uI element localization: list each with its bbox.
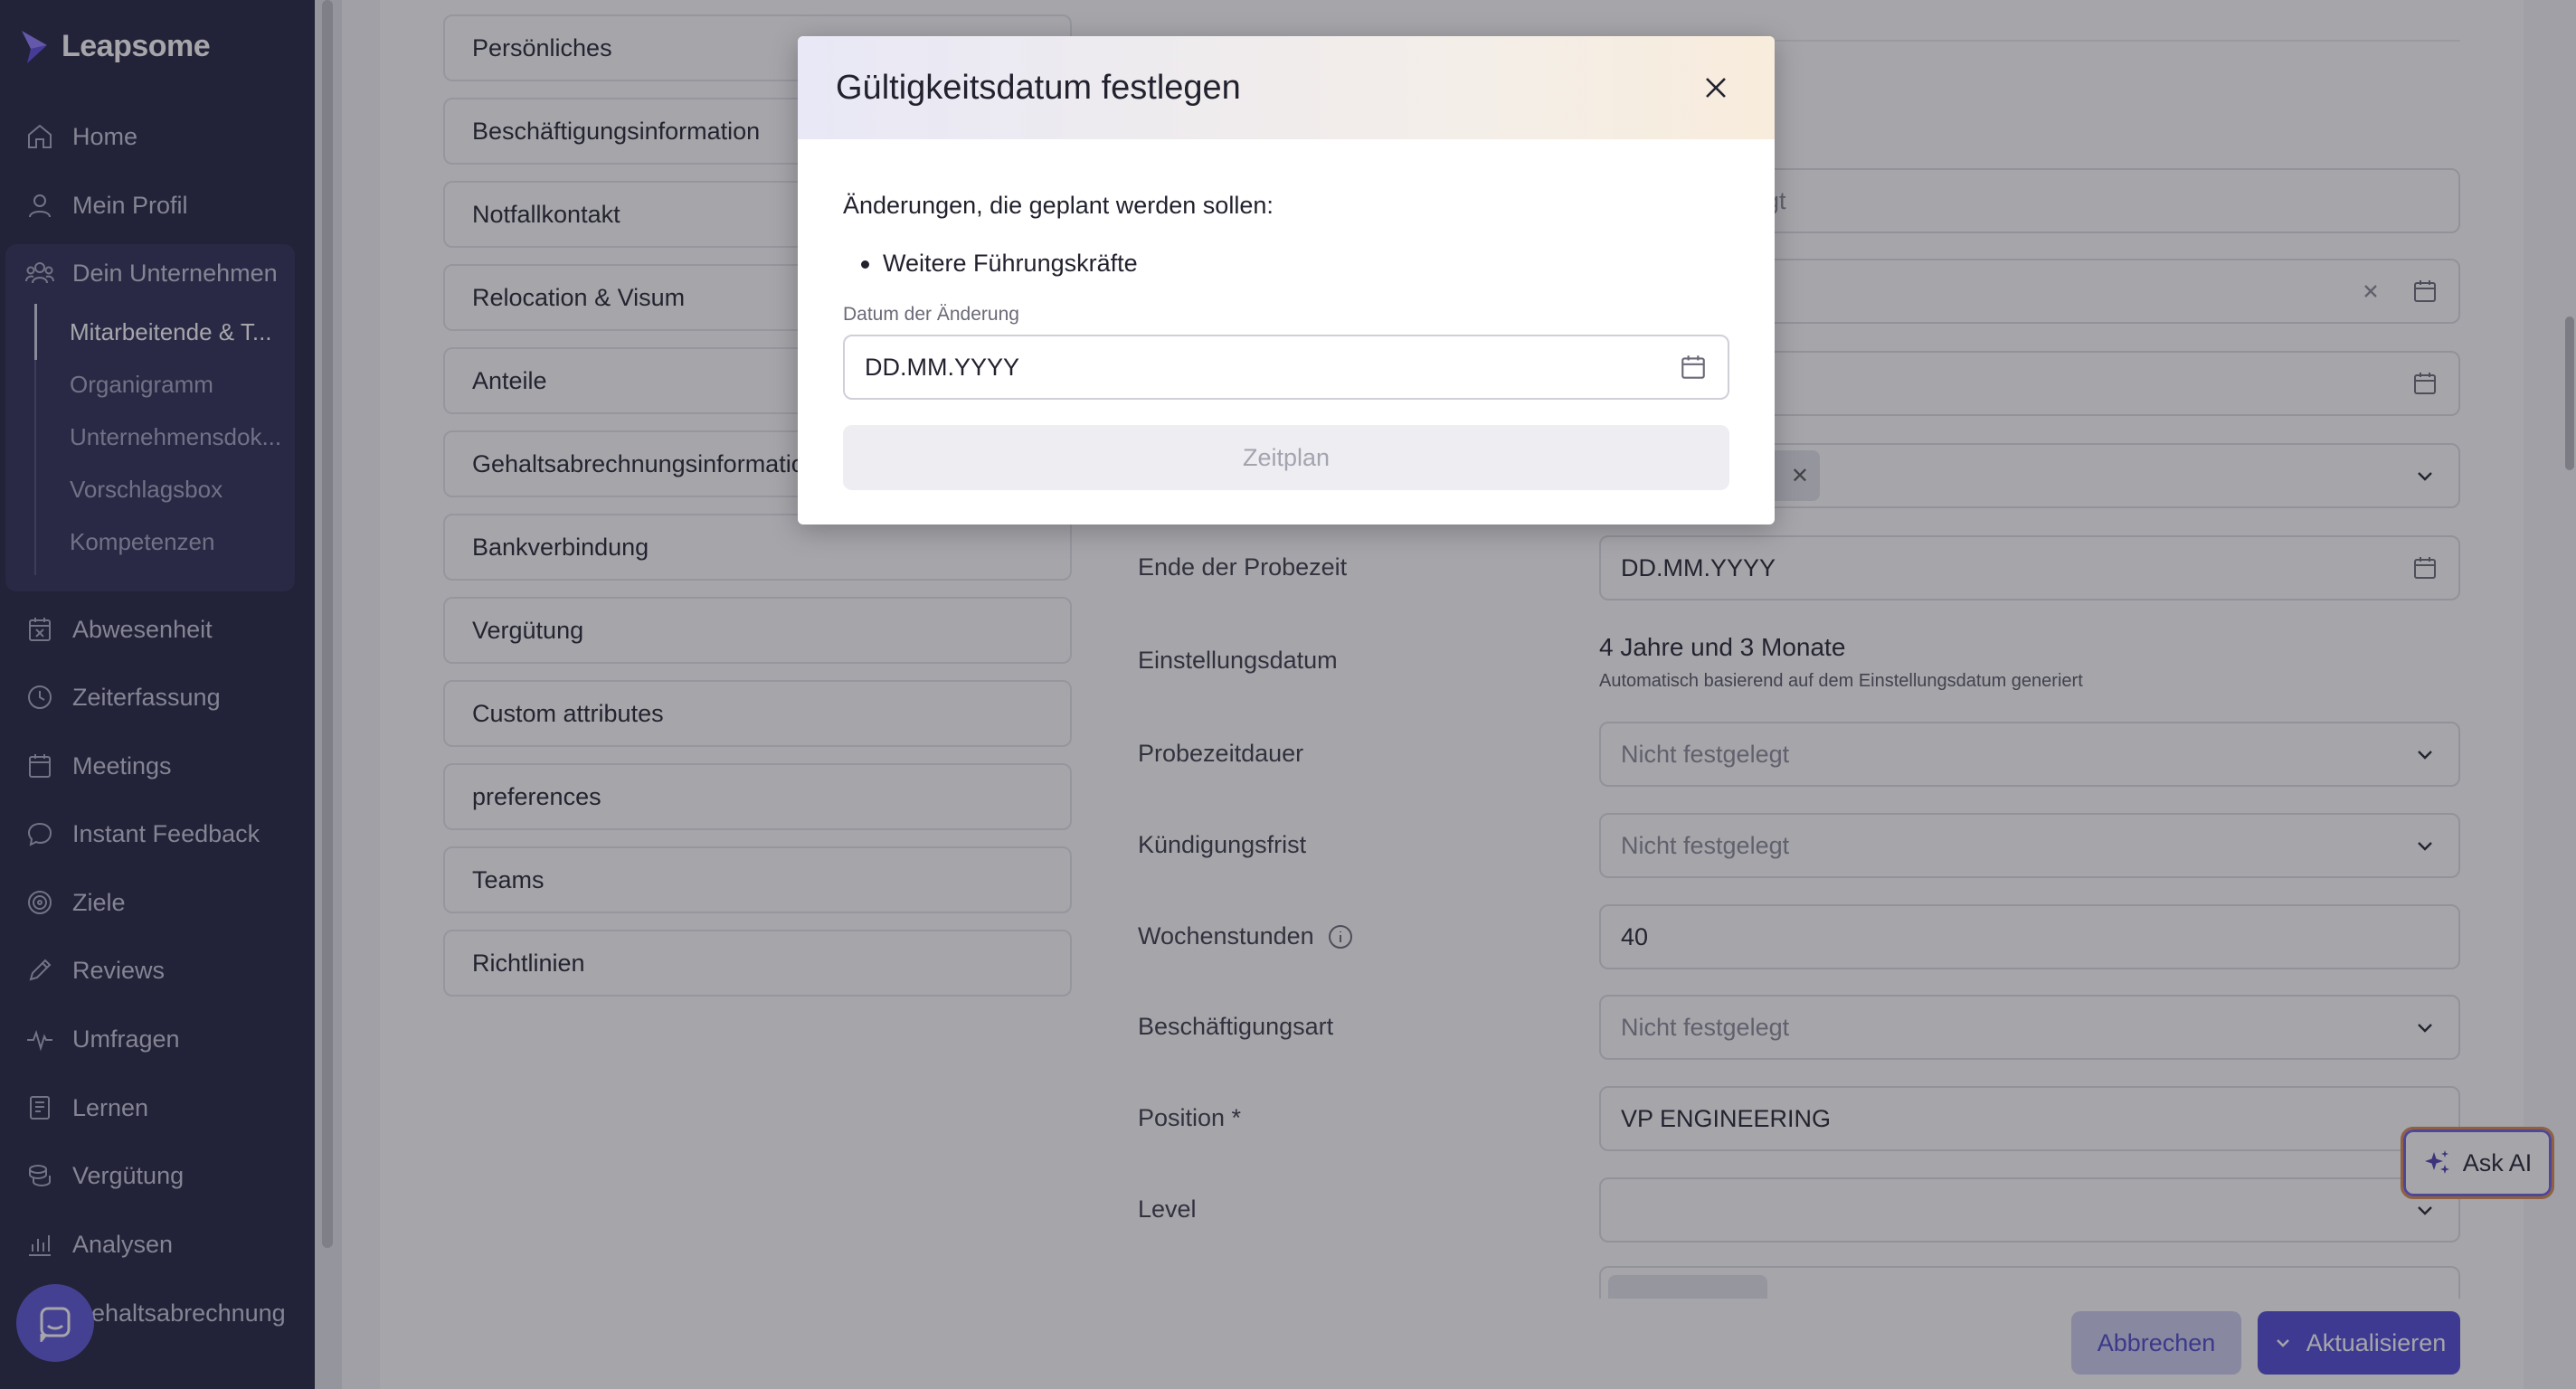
calendar-icon[interactable] <box>1679 353 1708 382</box>
schedule-button[interactable]: Zeitplan <box>843 425 1729 490</box>
close-icon <box>1706 78 1726 98</box>
schedule-date-dialog: Gültigkeitsdatum festlegen Änderungen, d… <box>798 36 1775 524</box>
change-list-item: Weitere Führungskräfte <box>861 250 1138 277</box>
change-date-input[interactable]: DD.MM.YYYY <box>843 335 1729 400</box>
date-field-label: Datum der Änderung <box>843 304 1019 325</box>
schedule-label: Zeitplan <box>1242 443 1331 471</box>
dialog-intro-text: Änderungen, die geplant werden sollen: <box>843 192 1274 219</box>
date-placeholder: DD.MM.YYYY <box>865 353 1020 381</box>
close-button[interactable] <box>1699 71 1733 105</box>
dialog-header: Gültigkeitsdatum festlegen <box>798 36 1775 139</box>
dialog-title: Gültigkeitsdatum festlegen <box>836 68 1241 107</box>
